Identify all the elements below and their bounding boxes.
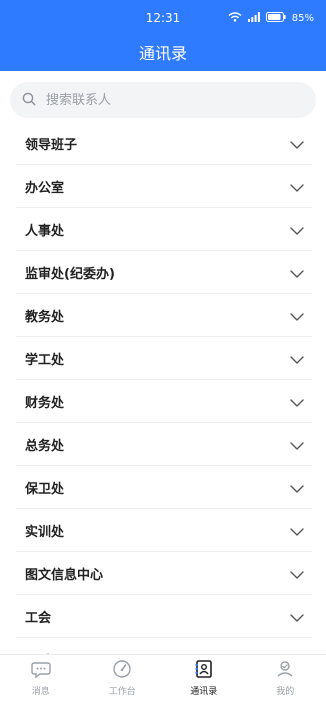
contact-group-label: 学工处 <box>25 349 64 368</box>
status-icons: 85% <box>228 12 314 25</box>
contact-group-label: 保卫处 <box>25 478 64 497</box>
battery-icon <box>266 12 286 25</box>
contact-group-label: 图文信息中心 <box>25 564 103 583</box>
status-bar: 12:31 85% <box>0 0 326 34</box>
contact-group-label: 工会 <box>25 607 51 626</box>
contact-group-row[interactable]: 财务处 <box>16 380 312 423</box>
contact-group-label: 监审处(纪委办) <box>25 263 115 282</box>
search-icon <box>22 91 36 110</box>
search-input[interactable] <box>44 92 288 109</box>
tab-2[interactable]: 通讯录 <box>163 655 245 701</box>
chevron-down-icon <box>290 435 304 454</box>
contact-group-label: 财务处 <box>25 392 64 411</box>
contact-group-row[interactable]: 教务处 <box>16 294 312 337</box>
contact-group-label: 教务处 <box>25 306 64 325</box>
tab-1[interactable]: 工作台 <box>82 655 164 701</box>
contact-group-row[interactable]: 总务处 <box>16 423 312 466</box>
contacts-book-icon <box>194 659 214 684</box>
contact-group-row[interactable]: 人事处 <box>16 208 312 251</box>
contact-group-label: 领导班子 <box>25 134 77 153</box>
contact-group-row[interactable]: 领导班子 <box>16 122 312 165</box>
contact-group-row[interactable]: 工会 <box>16 595 312 638</box>
contact-group-label: 人事处 <box>25 220 64 239</box>
user-profile-icon <box>275 659 295 684</box>
chevron-down-icon <box>290 349 304 368</box>
contact-group-row[interactable]: 办公室 <box>16 165 312 208</box>
contact-group-row[interactable]: 保卫处 <box>16 466 312 509</box>
contact-group-row[interactable]: 监审处(纪委办) <box>16 251 312 294</box>
dashboard-gauge-icon <box>112 659 132 684</box>
signal-icon <box>248 12 260 25</box>
tab-label: 我的 <box>276 684 294 697</box>
app-header: 12:31 85% 通讯录 <box>0 0 326 71</box>
contact-group-row[interactable]: 图文信息中心 <box>16 552 312 595</box>
chevron-down-icon <box>290 220 304 239</box>
bottom-tab-bar: 消息 工作台 通讯录 我的 <box>0 654 326 701</box>
chevron-down-icon <box>290 306 304 325</box>
chevron-down-icon <box>290 478 304 497</box>
contact-group-label: 总务处 <box>25 435 64 454</box>
contact-group-list: 领导班子办公室人事处监审处(纪委办) 教务处学工处财务处总务处保卫处实训处图文信息… <box>16 122 312 681</box>
wifi-icon <box>228 12 242 25</box>
chevron-down-icon <box>290 134 304 153</box>
tab-0[interactable]: 消息 <box>0 655 82 701</box>
contact-group-label: 实训处 <box>25 521 64 540</box>
contact-group-row[interactable]: 学工处 <box>16 337 312 380</box>
battery-percent: 85% <box>292 13 314 24</box>
tab-label: 工作台 <box>109 684 136 697</box>
chevron-down-icon <box>290 263 304 282</box>
chevron-down-icon <box>290 607 304 626</box>
chevron-down-icon <box>290 392 304 411</box>
chat-bubble-icon <box>31 659 51 684</box>
chevron-down-icon <box>290 521 304 540</box>
contact-group-row[interactable]: 实训处 <box>16 509 312 552</box>
page-title: 通讯录 <box>0 40 326 64</box>
chevron-down-icon <box>290 564 304 583</box>
chevron-down-icon <box>290 177 304 196</box>
search-bar[interactable] <box>10 82 316 118</box>
tab-label: 消息 <box>32 684 50 697</box>
tab-label: 通讯录 <box>190 684 217 697</box>
tab-3[interactable]: 我的 <box>245 655 326 701</box>
contact-group-label: 办公室 <box>25 177 64 196</box>
